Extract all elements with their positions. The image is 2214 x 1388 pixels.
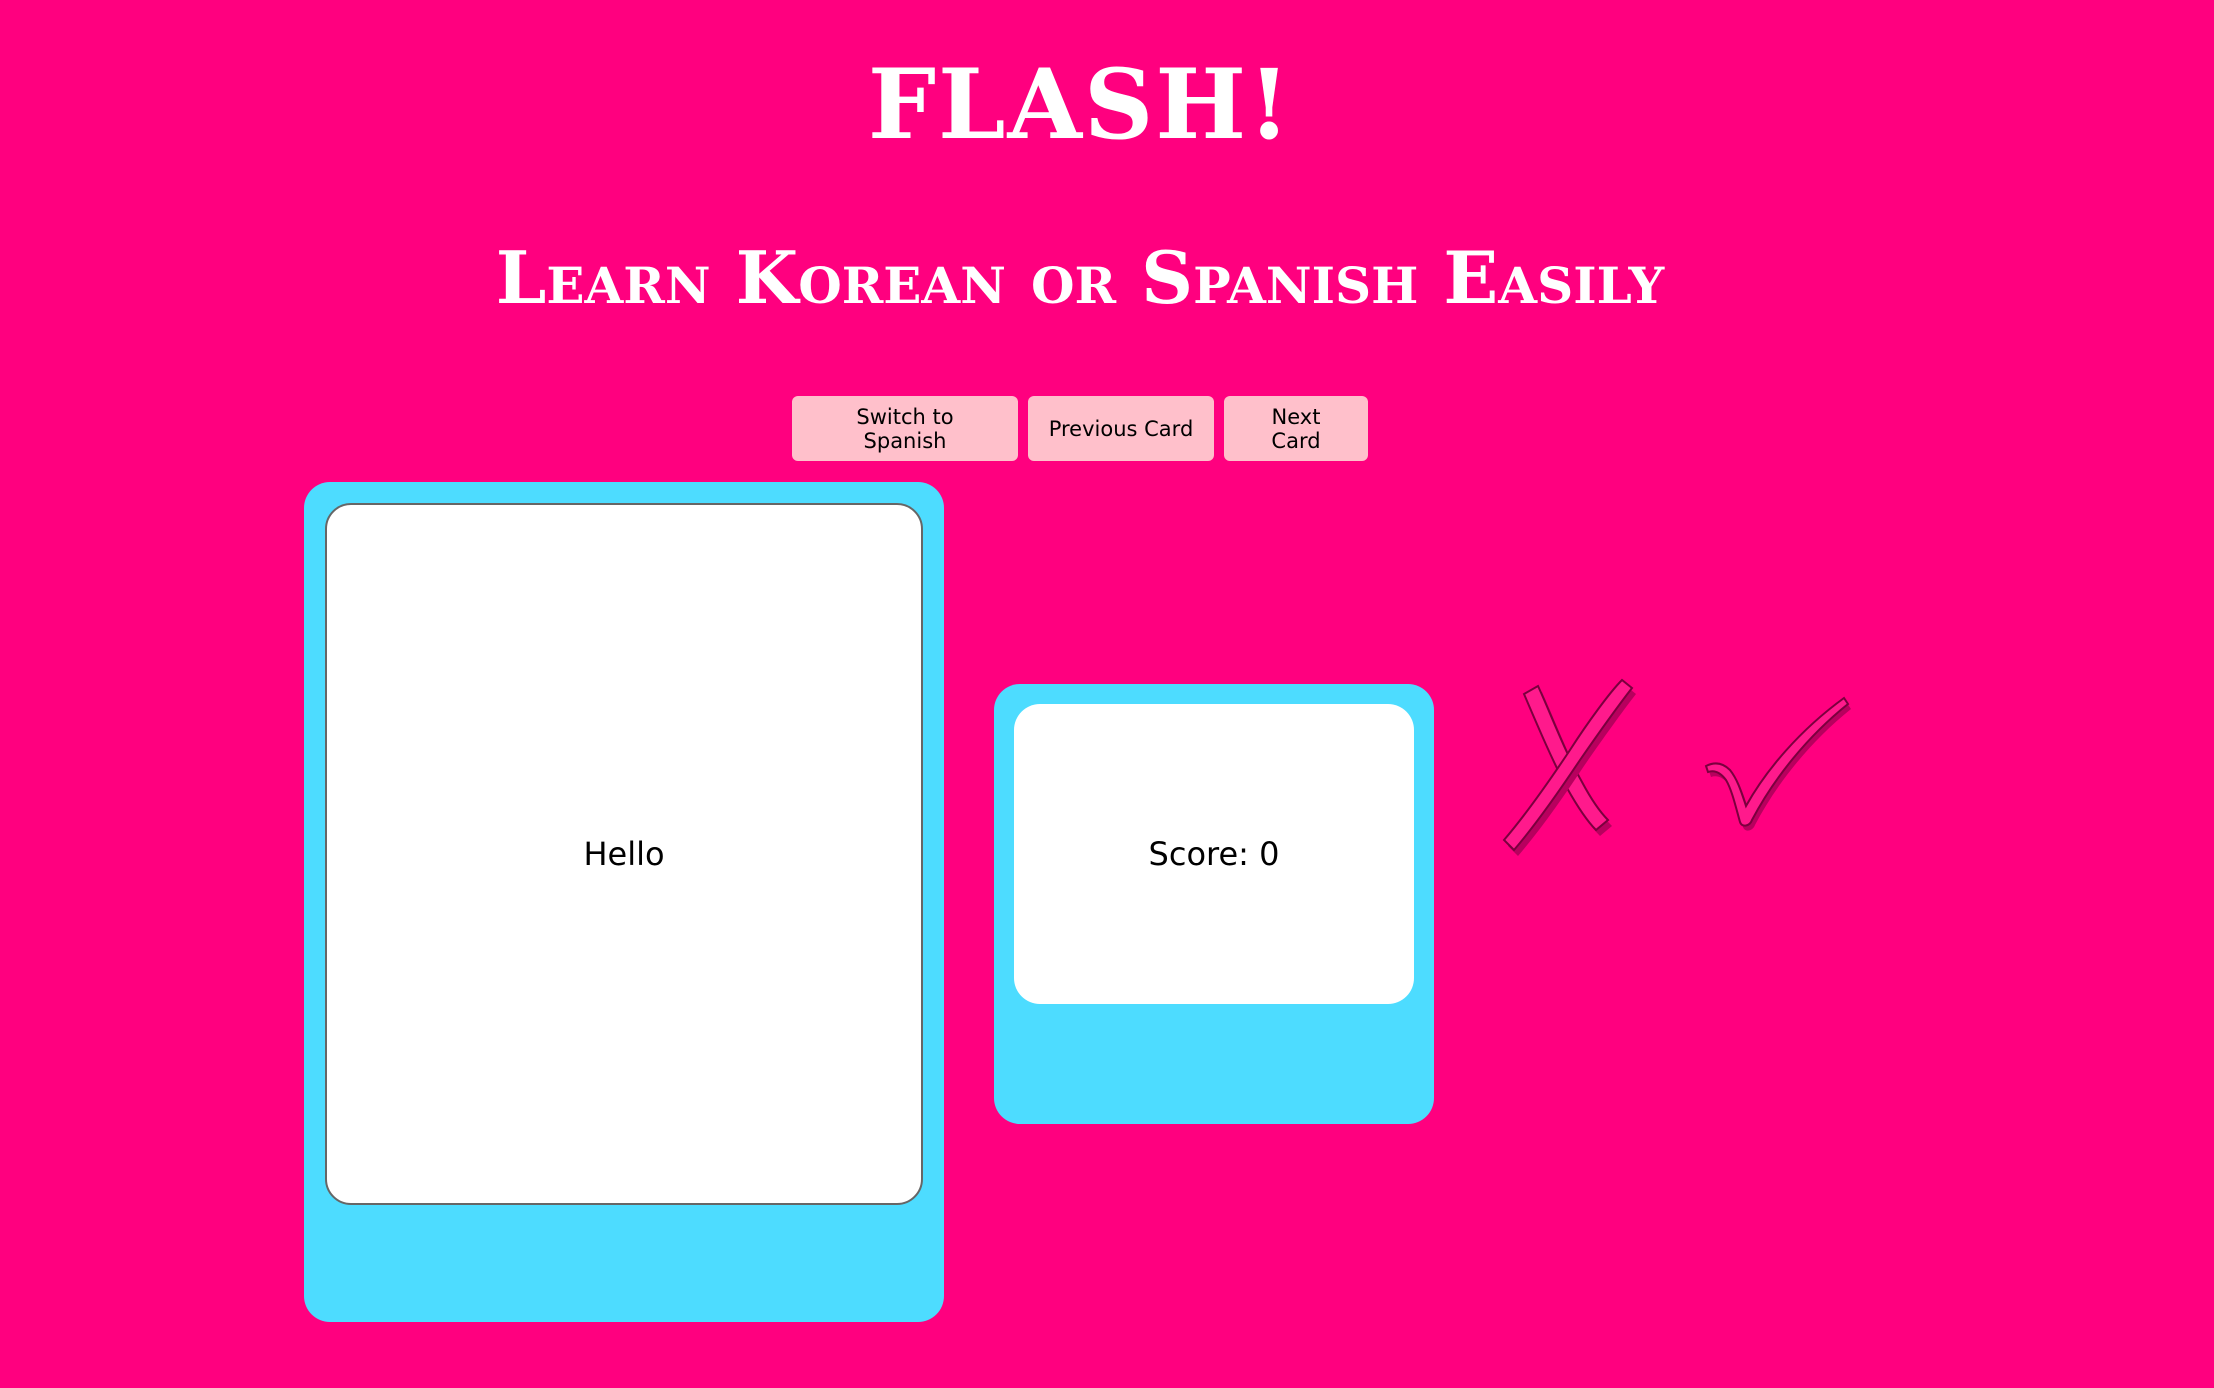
previous-card-button[interactable]: Previous Card	[1028, 396, 1214, 461]
x-icon[interactable]	[1490, 672, 1650, 862]
check-icon[interactable]	[1700, 690, 1860, 840]
flashcard-frame: Hello	[304, 482, 944, 1322]
next-card-button[interactable]: Next Card	[1224, 396, 1368, 461]
control-buttons: Switch to Spanish Previous Card Next Car…	[792, 396, 1368, 461]
score-card-frame: Score: 0	[994, 684, 1434, 1124]
flashcard[interactable]: Hello	[325, 503, 923, 1205]
switch-language-button[interactable]: Switch to Spanish	[792, 396, 1018, 461]
score-text: Score: 0	[1148, 835, 1280, 873]
score-card: Score: 0	[1014, 704, 1414, 1004]
app-title: FLASH!	[867, 48, 1293, 161]
app-subtitle: Learn Korean or Spanish Easily	[495, 235, 1665, 320]
flashcard-word: Hello	[583, 835, 665, 873]
